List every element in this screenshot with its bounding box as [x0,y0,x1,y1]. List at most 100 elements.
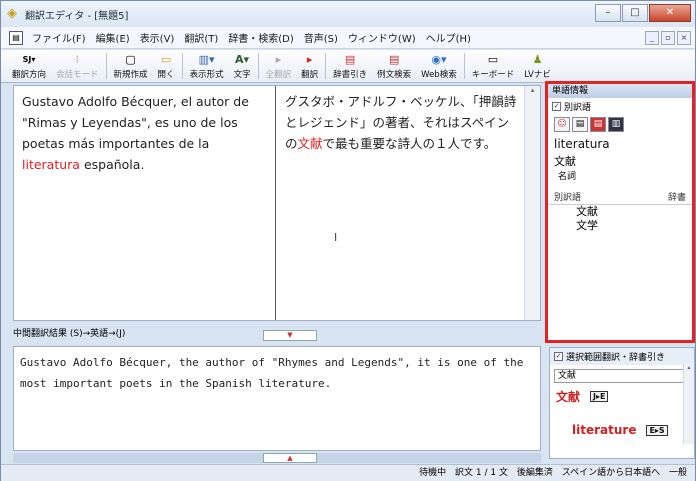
menu-view[interactable]: 表示(V) [135,30,180,45]
selection-lookup-header[interactable]: ✓ 選択範囲翻訳・辞書引き [550,348,694,365]
toolbar-separator [105,53,107,79]
checkbox-checked-icon[interactable]: ✓ [552,102,561,111]
title-bar: ◈ 翻訳エディタ - [無題5] – □ ✕ [1,1,695,27]
new-file-icon: ▢ [125,53,136,66]
tb-label: 会話モード [56,70,99,80]
direction-icon: SJ▾ [22,55,36,64]
example-search-button[interactable]: ▤ 例文検索 [372,50,416,82]
window-controls: – □ ✕ [594,4,691,22]
alt-word-item[interactable]: 文学 [548,219,692,233]
toolbar-separator [257,53,259,79]
menu-speech[interactable]: 音声(S) [299,30,343,45]
scroll-up-icon[interactable]: ▴ [525,86,540,94]
folder-icon: ▭ [160,53,172,66]
source-highlighted-word[interactable]: literatura [22,157,80,172]
translate-button[interactable]: ▸ 翻訳 [296,50,323,82]
status-sentence: 訳文 1 / 1 文 [455,468,508,478]
source-pane[interactable]: Gustavo Adolfo Bécquer, el autor de "Rim… [14,86,276,320]
tb-label: LVナビ [524,70,551,80]
back-translation-label: 中間翻訳結果 (S)→英語→(J) [13,329,126,339]
tb-label: 例文検索 [377,70,412,80]
person-icon[interactable]: ☺ [554,117,570,132]
toolbar-separator [181,53,183,79]
target-text-part: で最も重要な詩人の１人です。 [322,136,497,151]
display-format-button[interactable]: ▥▾ 表示形式 [185,50,229,82]
translate-all-button[interactable]: ▸ 全翻訳 [261,50,297,82]
selection-lookup-label: 選択範囲翻訳・辞書引き [566,353,666,363]
conversation-mode-button[interactable]: ⁞ 会話モード [51,50,104,82]
menu-help[interactable]: ヘルプ(H) [421,30,476,45]
entry-headword: 文献 [556,390,581,404]
document-icon[interactable]: ▤ [9,30,23,45]
dictionary-icon: ▤ [344,53,356,66]
alt-words-checkbox[interactable]: ✓ 別訳語 [548,98,692,115]
collapse-down-icon[interactable]: ▼ [263,330,317,341]
register-icon[interactable]: ▤ [572,117,588,132]
dictionary-lookup-button[interactable]: ▤ 辞書引き [328,50,372,82]
status-mode: 一般 [668,468,687,478]
back-translation-pane: Gustavo Adolfo Bécquer, the author of "R… [13,346,541,451]
word-translation: 文献 [554,155,576,168]
dictionary-dark-icon[interactable]: ▥ [608,117,624,132]
menu-window[interactable]: ウィンドウ(W) [343,30,421,45]
tb-label: 開く [157,70,175,80]
lv-navi-button[interactable]: ♟ LVナビ [519,50,556,82]
entry-headword: literature [572,423,637,437]
mdi-minimize-button[interactable]: _ [645,31,659,45]
minimize-button[interactable]: – [595,4,621,22]
source-text[interactable]: Gustavo Adolfo Bécquer, el autor de "Rim… [22,91,267,175]
maximize-button[interactable]: □ [622,4,648,22]
tb-label: キーボード [471,70,515,80]
selected-word: literatura [554,137,610,151]
layout-icon: ▥▾ [198,53,215,66]
toolbar-separator [463,53,465,79]
dictionary-red-icon[interactable]: ▤ [590,117,606,132]
bottom-splitter[interactable]: ▲ [13,453,541,463]
part-of-speech: 名詞 [558,172,577,182]
close-button[interactable]: ✕ [649,4,691,22]
tb-label: 翻訳方向 [12,70,47,80]
status-bar: 待機中 訳文 1 / 1 文 後編集済 スペイン語から日本語へ 一般 [1,464,695,481]
target-pane[interactable]: グスタボ・アドルフ・ベッケル、「押韻詩とレジェンド」の著者、それはスペインの文献… [279,86,524,320]
tb-label: 新規作成 [113,70,148,80]
editor-scrollbar[interactable]: ▴ [524,86,540,320]
alt-word-item[interactable]: 文献 [548,205,692,219]
status-direction: スペイン語から日本語へ [561,468,661,478]
expand-up-icon[interactable]: ▲ [263,453,317,463]
mdi-restore-button[interactable]: ▫ [661,31,675,45]
menu-file[interactable]: ファイル(F) [27,30,91,45]
font-button[interactable]: A▾ 文字 [229,50,256,82]
checkbox-checked-icon[interactable]: ✓ [554,352,563,361]
open-button[interactable]: ▭ 開く [153,50,180,82]
back-translation-text: Gustavo Adolfo Bécquer, the author of "R… [20,356,530,390]
translation-direction-button[interactable]: SJ▾ 翻訳方向 [7,50,51,82]
keyboard-icon: ▭ [487,53,499,66]
target-highlighted-word[interactable]: 文献 [298,136,323,151]
tb-label: 翻訳 [301,70,319,80]
navigator-icon: ♟ [532,53,543,66]
lookup-input[interactable]: 文献 [554,369,690,383]
translate-all-icon: ▸ [275,53,282,66]
conversation-icon: ⁞ [75,53,80,66]
menu-dictionary[interactable]: 辞書・検索(D) [223,30,299,45]
toolbar-separator [325,53,327,79]
translate-icon: ▸ [306,53,313,66]
lookup-entry: literature E▸S [550,405,694,437]
source-text-part: española. [79,157,145,172]
menu-translate[interactable]: 翻訳(T) [179,30,223,45]
word-info-header: 単語情報 [548,84,692,98]
lookup-scrollbar[interactable]: ▴ [683,364,694,444]
keyboard-button[interactable]: ▭ キーボード [467,50,520,82]
globe-icon: ◉▾ [431,53,447,66]
lookup-entry: 文献 J▸E [550,383,694,405]
source-text-part: Gustavo Adolfo Bécquer, el autor de "Rim… [22,94,249,151]
alt-words-label: 別訳語 [564,103,592,113]
menu-edit[interactable]: 編集(E) [91,30,135,45]
dictionary-badge: J▸E [590,391,609,402]
target-text[interactable]: グスタボ・アドルフ・ベッケル、「押韻詩とレジェンド」の著者、それはスペインの文献… [285,91,518,154]
web-search-button[interactable]: ◉▾ Web検索 [416,50,462,82]
tb-label: 辞書引き [333,70,368,80]
status-edit: 後編集済 [516,468,553,478]
new-document-button[interactable]: ▢ 新規作成 [109,50,153,82]
mdi-close-button[interactable]: × [677,31,691,45]
